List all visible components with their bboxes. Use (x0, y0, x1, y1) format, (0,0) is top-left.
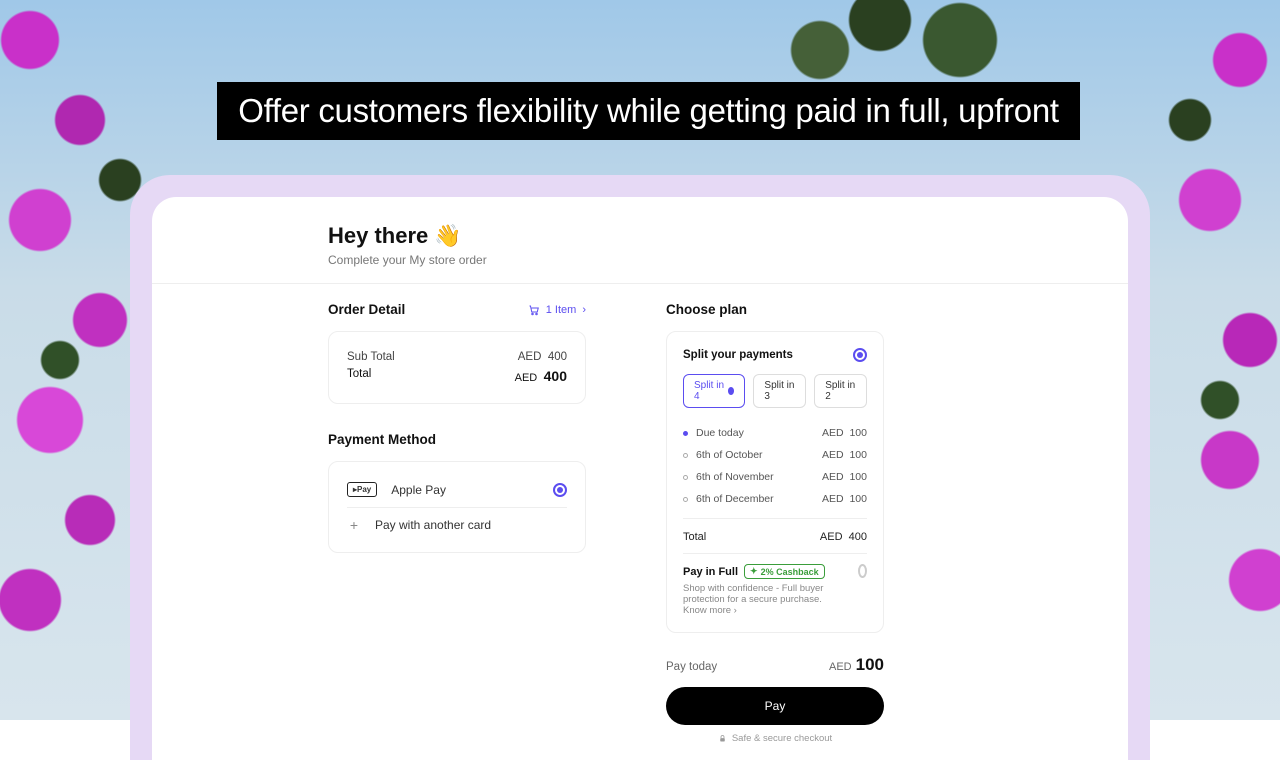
subtotal-label: Sub Total (347, 351, 395, 363)
page-title: Hey there 👋 (328, 223, 1128, 249)
payment-schedule: Due today AED 100 6th of October AED 100… (683, 422, 867, 510)
other-card-label: Pay with another card (375, 518, 491, 532)
plan-total-label: Total (683, 531, 706, 543)
pay-button[interactable]: Pay (666, 687, 884, 725)
pay-today-label: Pay today (666, 661, 717, 673)
payment-option-other-card[interactable]: + Pay with another card (347, 508, 567, 542)
split-payments-title: Split your payments (683, 349, 793, 361)
page-subtitle: Complete your My store order (328, 253, 1128, 267)
payment-method-title: Payment Method (328, 432, 586, 447)
order-items-count: 1 Item (546, 304, 577, 316)
order-detail-title: Order Detail (328, 302, 405, 317)
radio-selected-icon (553, 483, 567, 497)
pay-in-full-title: Pay in Full (683, 566, 738, 578)
order-summary-card: Sub Total AED 400 Total AED 400 (328, 331, 586, 404)
total-label: Total (347, 368, 371, 384)
cart-icon (528, 304, 540, 316)
tab-split-2[interactable]: Split in 2 (814, 374, 867, 408)
schedule-row: Due today AED 100 (683, 422, 867, 444)
payment-method-card: ▸Pay Apple Pay + Pay with another card (328, 461, 586, 553)
tab-split-3[interactable]: Split in 3 (753, 374, 806, 408)
payment-option-apple-pay[interactable]: ▸Pay Apple Pay (347, 472, 567, 508)
checkout-screen: Hey there 👋 Complete your My store order… (152, 197, 1128, 760)
know-more-link[interactable]: Know more › (683, 605, 737, 616)
pif-description: Shop with confidence - Full buyer protec… (683, 583, 823, 605)
plan-full-radio[interactable] (858, 564, 867, 578)
chevron-right-icon: › (582, 304, 586, 316)
sparkle-icon: ✦ (750, 566, 758, 577)
device-frame: Hey there 👋 Complete your My store order… (130, 175, 1150, 760)
apple-pay-icon: ▸Pay (347, 482, 377, 497)
cashback-badge: ✦ 2% Cashback (744, 564, 825, 579)
plan-split-radio[interactable] (853, 348, 867, 362)
apple-pay-label: Apple Pay (391, 483, 446, 497)
plan-card: Split your payments Split in 4 Split in … (666, 331, 884, 633)
active-dot-icon (728, 387, 734, 395)
schedule-row: 6th of November AED 100 (683, 466, 867, 488)
schedule-row: 6th of October AED 100 (683, 444, 867, 466)
order-items-link[interactable]: 1 Item › (528, 304, 586, 316)
hero-banner: Offer customers flexibility while gettin… (217, 82, 1080, 140)
choose-plan-title: Choose plan (666, 302, 747, 317)
plus-icon: + (347, 518, 361, 532)
secure-checkout-note: Safe & secure checkout (666, 733, 884, 744)
schedule-row: 6th of December AED 100 (683, 488, 867, 510)
lock-icon (718, 734, 727, 743)
tab-split-4[interactable]: Split in 4 (683, 374, 745, 408)
